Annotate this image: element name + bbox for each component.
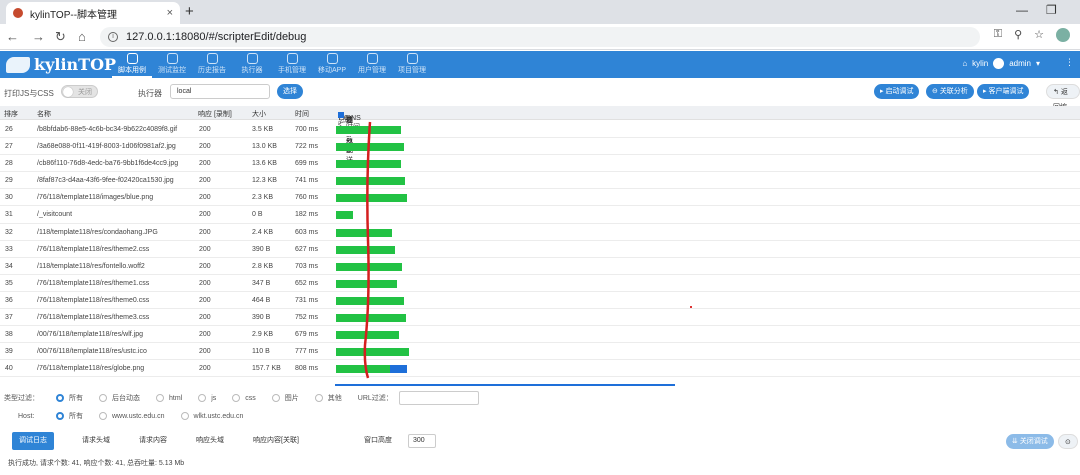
radio-option[interactable]: html: [156, 394, 182, 402]
bottom-tab-3[interactable]: 响应头域: [196, 432, 224, 450]
radio-label: 后台动态: [112, 395, 140, 402]
red-annotation-line: [363, 121, 372, 379]
url-filter-input[interactable]: [398, 391, 479, 405]
radio-circle-icon: [99, 394, 107, 402]
radio-circle-icon: [271, 394, 280, 402]
radio-label: css: [245, 394, 256, 402]
window-height-input[interactable]: 300: [408, 434, 436, 448]
radio-option[interactable]: 后台动态: [99, 393, 140, 403]
radio-label: 所有: [69, 413, 83, 420]
radio-option[interactable]: www.ustc.edu.cn: [99, 412, 165, 420]
radio-label: www.ustc.edu.cn: [112, 412, 165, 420]
radio-option[interactable]: 其他: [314, 393, 342, 403]
filter-panel: 类型过滤： 所有 后台动态 html js css 图片 其他 URL过滤： Host: 所有…: [0, 390, 1080, 425]
radio-circle-icon: [232, 394, 241, 402]
radio-circle-icon: [56, 394, 64, 402]
radio-option[interactable]: 所有: [56, 411, 83, 421]
close-debug-label: 关闭调试: [1019, 438, 1048, 445]
url-filter-label: URL过滤：: [357, 395, 393, 402]
radio-option[interactable]: 图片: [271, 393, 299, 403]
hide-button[interactable]: ⊙: [1058, 434, 1078, 449]
radio-label: 图片: [284, 395, 299, 402]
type-filter-line: 类型过滤： 所有 后台动态 html js css 图片 其他 URL过滤：: [0, 390, 479, 406]
bottom-tab-2[interactable]: 请求内容: [139, 432, 167, 450]
radio-label: 所有: [69, 395, 83, 402]
bottom-tab-0[interactable]: 调试日志: [12, 432, 54, 450]
radio-option[interactable]: 所有: [56, 393, 83, 403]
radio-circle-icon: [180, 412, 189, 420]
radio-circle-icon: [99, 412, 107, 420]
bottom-tab-4[interactable]: 响应内容[关联]: [253, 432, 299, 450]
radio-circle-icon: [198, 394, 207, 402]
radio-option[interactable]: css: [232, 394, 256, 402]
bottom-tabs: 窗口高度 300 ⇊ 关闭调试 ⊙ 调试日志 请求头域 请求内容 响应头域 响应内容[关…: [0, 432, 1080, 450]
radio-label: js: [211, 394, 217, 402]
annotation-dot: [690, 306, 692, 308]
radio-circle-icon: [156, 394, 164, 402]
radio-label: 其他: [327, 395, 342, 402]
radio-option[interactable]: js: [198, 394, 216, 402]
host-filter-label: Host:: [18, 412, 35, 420]
type-filter-label: 类型过滤：: [4, 395, 39, 402]
radio-circle-icon: [56, 412, 64, 420]
radio-label: html: [169, 394, 183, 402]
close-debug-button[interactable]: ⇊ 关闭调试: [1006, 434, 1054, 449]
status-line: 执行成功, 请求个数: 41, 响应个数: 41, 总吞吐量: 5.13 Mb: [8, 460, 185, 467]
radio-option[interactable]: wlkt.ustc.edu.cn: [180, 412, 244, 420]
bottom-tab-1[interactable]: 请求头域: [82, 432, 110, 450]
radio-label: wlkt.ustc.edu.cn: [193, 412, 244, 420]
window-height-label: 窗口高度: [364, 437, 392, 444]
radio-circle-icon: [314, 394, 323, 402]
host-filter-line: Host: 所有 www.ustc.edu.cn wlkt.ustc.edu.cn: [0, 408, 259, 424]
